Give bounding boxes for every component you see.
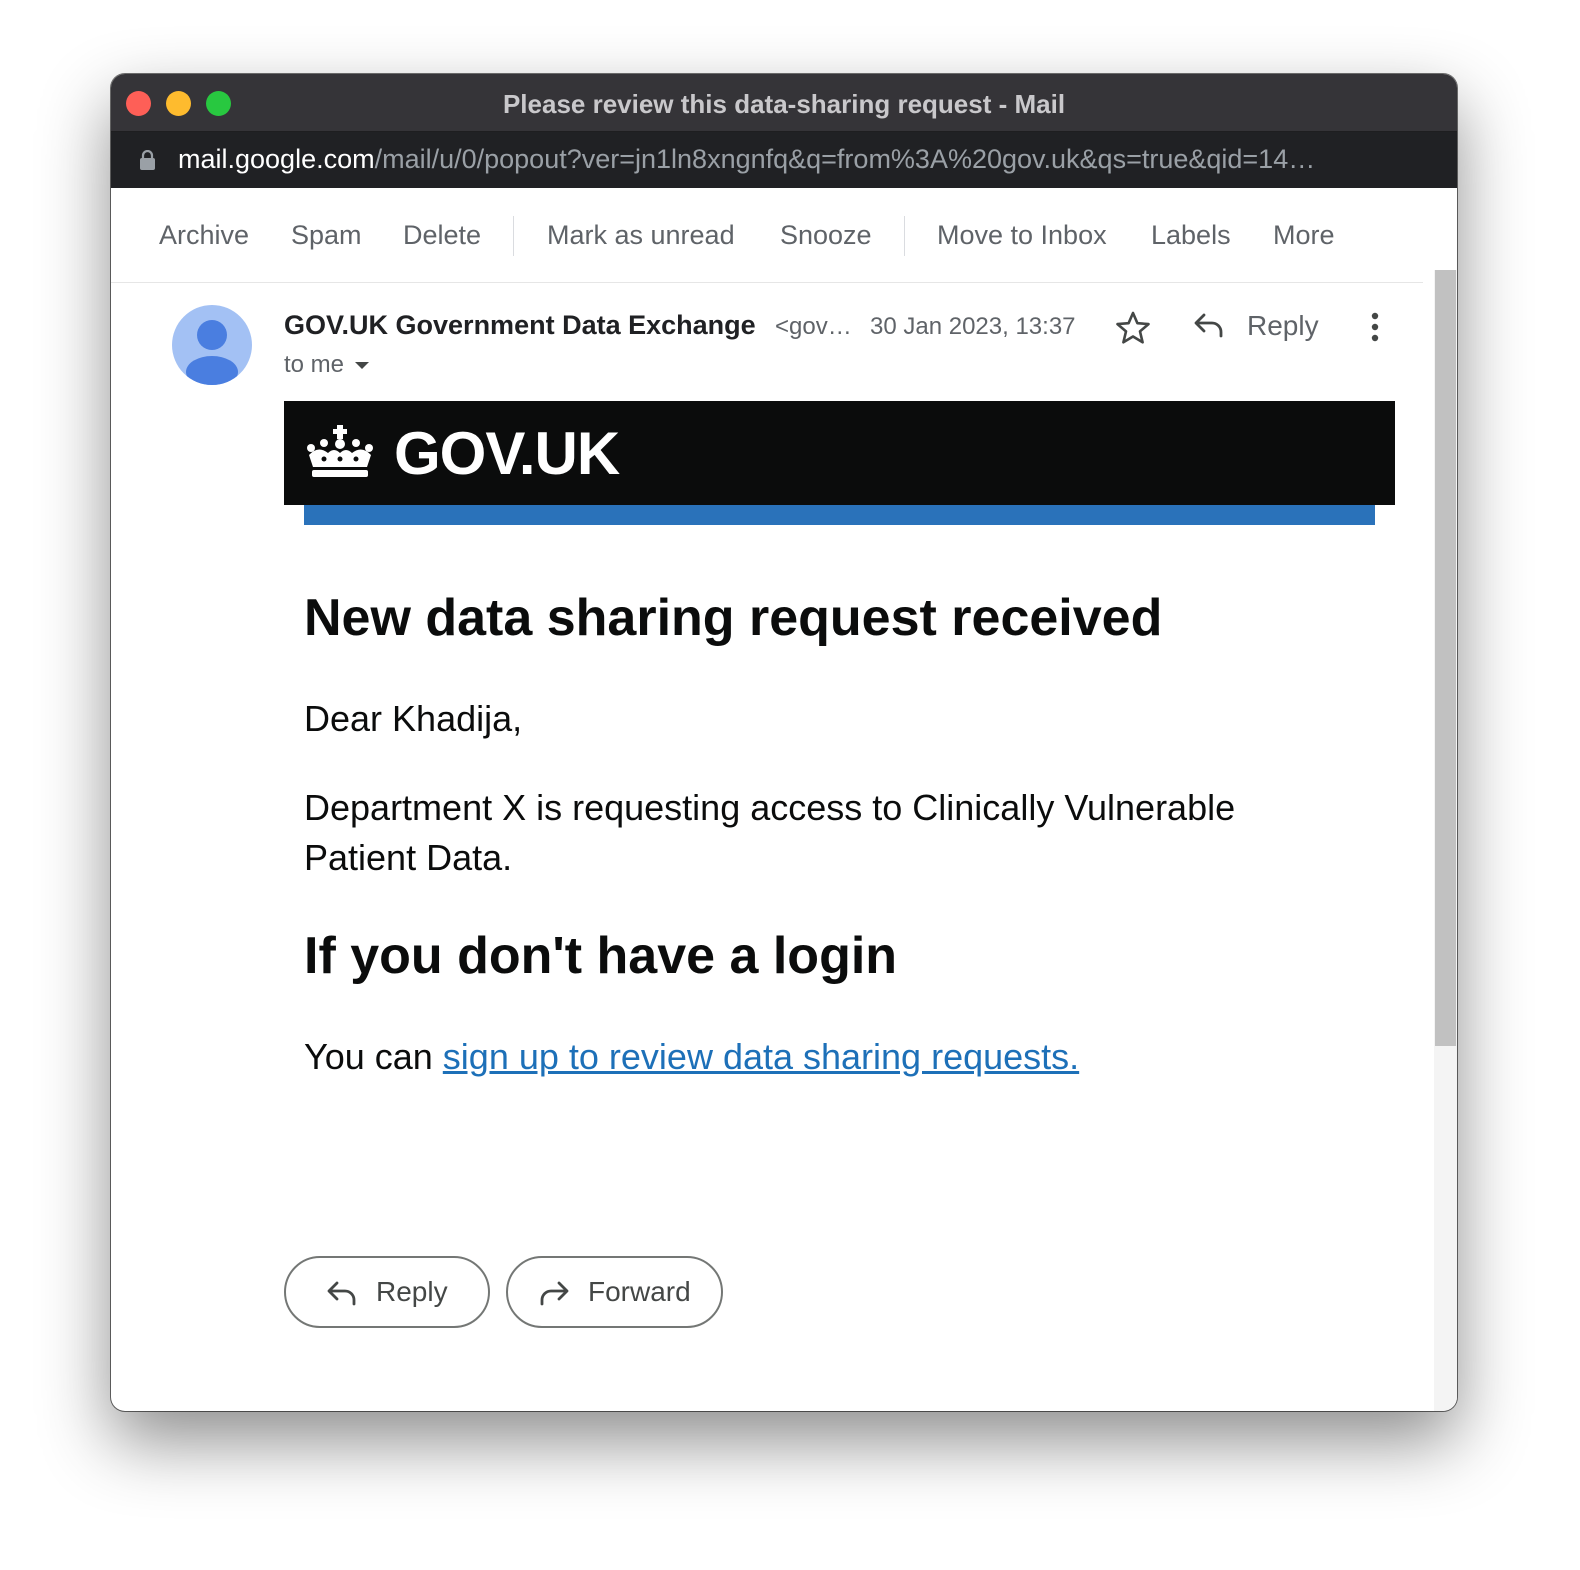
govuk-logo-text: GOV.UK bbox=[394, 420, 620, 487]
reply-icon bbox=[327, 1281, 356, 1306]
recipient-details-toggle[interactable]: to me bbox=[284, 351, 370, 379]
url-path: /mail/u/0/popout?ver=jn1ln8xngnfq&q=from… bbox=[374, 144, 1316, 174]
url-host: mail.google.com bbox=[178, 144, 375, 174]
reply-button-label: Reply bbox=[376, 1276, 448, 1307]
sender-email: <gov… bbox=[775, 313, 852, 340]
email-paragraph: Department X is requesting access to Cli… bbox=[304, 787, 1236, 878]
mark-as-unread-button[interactable]: Mark as unread bbox=[547, 220, 735, 251]
url-bar[interactable]: mail.google.com/mail/u/0/popout?ver=jn1l… bbox=[111, 132, 1457, 188]
more-vert-icon[interactable] bbox=[1361, 310, 1389, 344]
scrollbar-thumb[interactable] bbox=[1435, 270, 1456, 1046]
signup-link[interactable]: sign up to review data sharing requests. bbox=[443, 1036, 1079, 1077]
email-heading: New data sharing request received bbox=[304, 589, 1163, 647]
more-button[interactable]: More bbox=[1273, 220, 1335, 251]
forward-icon bbox=[540, 1281, 569, 1306]
signup-prefix: You can bbox=[304, 1036, 443, 1077]
toolbar-divider bbox=[513, 216, 514, 256]
crown-icon bbox=[307, 425, 373, 477]
snooze-button[interactable]: Snooze bbox=[780, 220, 872, 251]
email-subheading: If you don't have a login bbox=[304, 927, 898, 985]
mail-popout-window: Please review this data-sharing request … bbox=[111, 74, 1457, 1411]
scrollbar-track[interactable] bbox=[1434, 270, 1457, 1411]
email-greeting: Dear Khadija, bbox=[304, 698, 523, 739]
labels-button[interactable]: Labels bbox=[1151, 220, 1231, 251]
delete-button[interactable]: Delete bbox=[403, 220, 481, 251]
person-icon bbox=[186, 320, 238, 385]
reply-header-label: Reply bbox=[1247, 310, 1319, 341]
dropdown-arrow-icon bbox=[355, 361, 370, 369]
forward-button-label: Forward bbox=[588, 1276, 691, 1307]
window-title: Please review this data-sharing request … bbox=[502, 89, 1066, 119]
archive-button[interactable]: Archive bbox=[159, 220, 249, 251]
message-toolbar: Archive Spam Delete Mark as unread Snooz… bbox=[111, 188, 1423, 283]
forward-button[interactable]: Forward bbox=[506, 1256, 723, 1328]
toolbar-divider bbox=[904, 216, 905, 256]
lock-icon bbox=[140, 150, 155, 170]
govuk-email-header: GOV.UK bbox=[284, 401, 1395, 505]
move-to-inbox-button[interactable]: Move to Inbox bbox=[937, 220, 1107, 251]
spam-button[interactable]: Spam bbox=[291, 220, 362, 251]
sender-name: GOV.UK Government Data Exchange bbox=[284, 310, 756, 340]
star-icon[interactable] bbox=[1115, 310, 1151, 346]
url-text[interactable]: mail.google.com/mail/u/0/popout?ver=jn1l… bbox=[178, 144, 1433, 175]
reply-button[interactable]: Reply bbox=[284, 1256, 490, 1328]
signup-paragraph: You can sign up to review data sharing r… bbox=[304, 1032, 1079, 1082]
recipient-label: to me bbox=[284, 351, 345, 378]
reply-icon bbox=[1194, 313, 1223, 338]
sender-avatar bbox=[172, 305, 252, 385]
govuk-blue-bar bbox=[304, 505, 1375, 525]
message-date: 30 Jan 2023, 13:37 bbox=[870, 313, 1076, 340]
title-bar: Please review this data-sharing request … bbox=[111, 74, 1457, 132]
